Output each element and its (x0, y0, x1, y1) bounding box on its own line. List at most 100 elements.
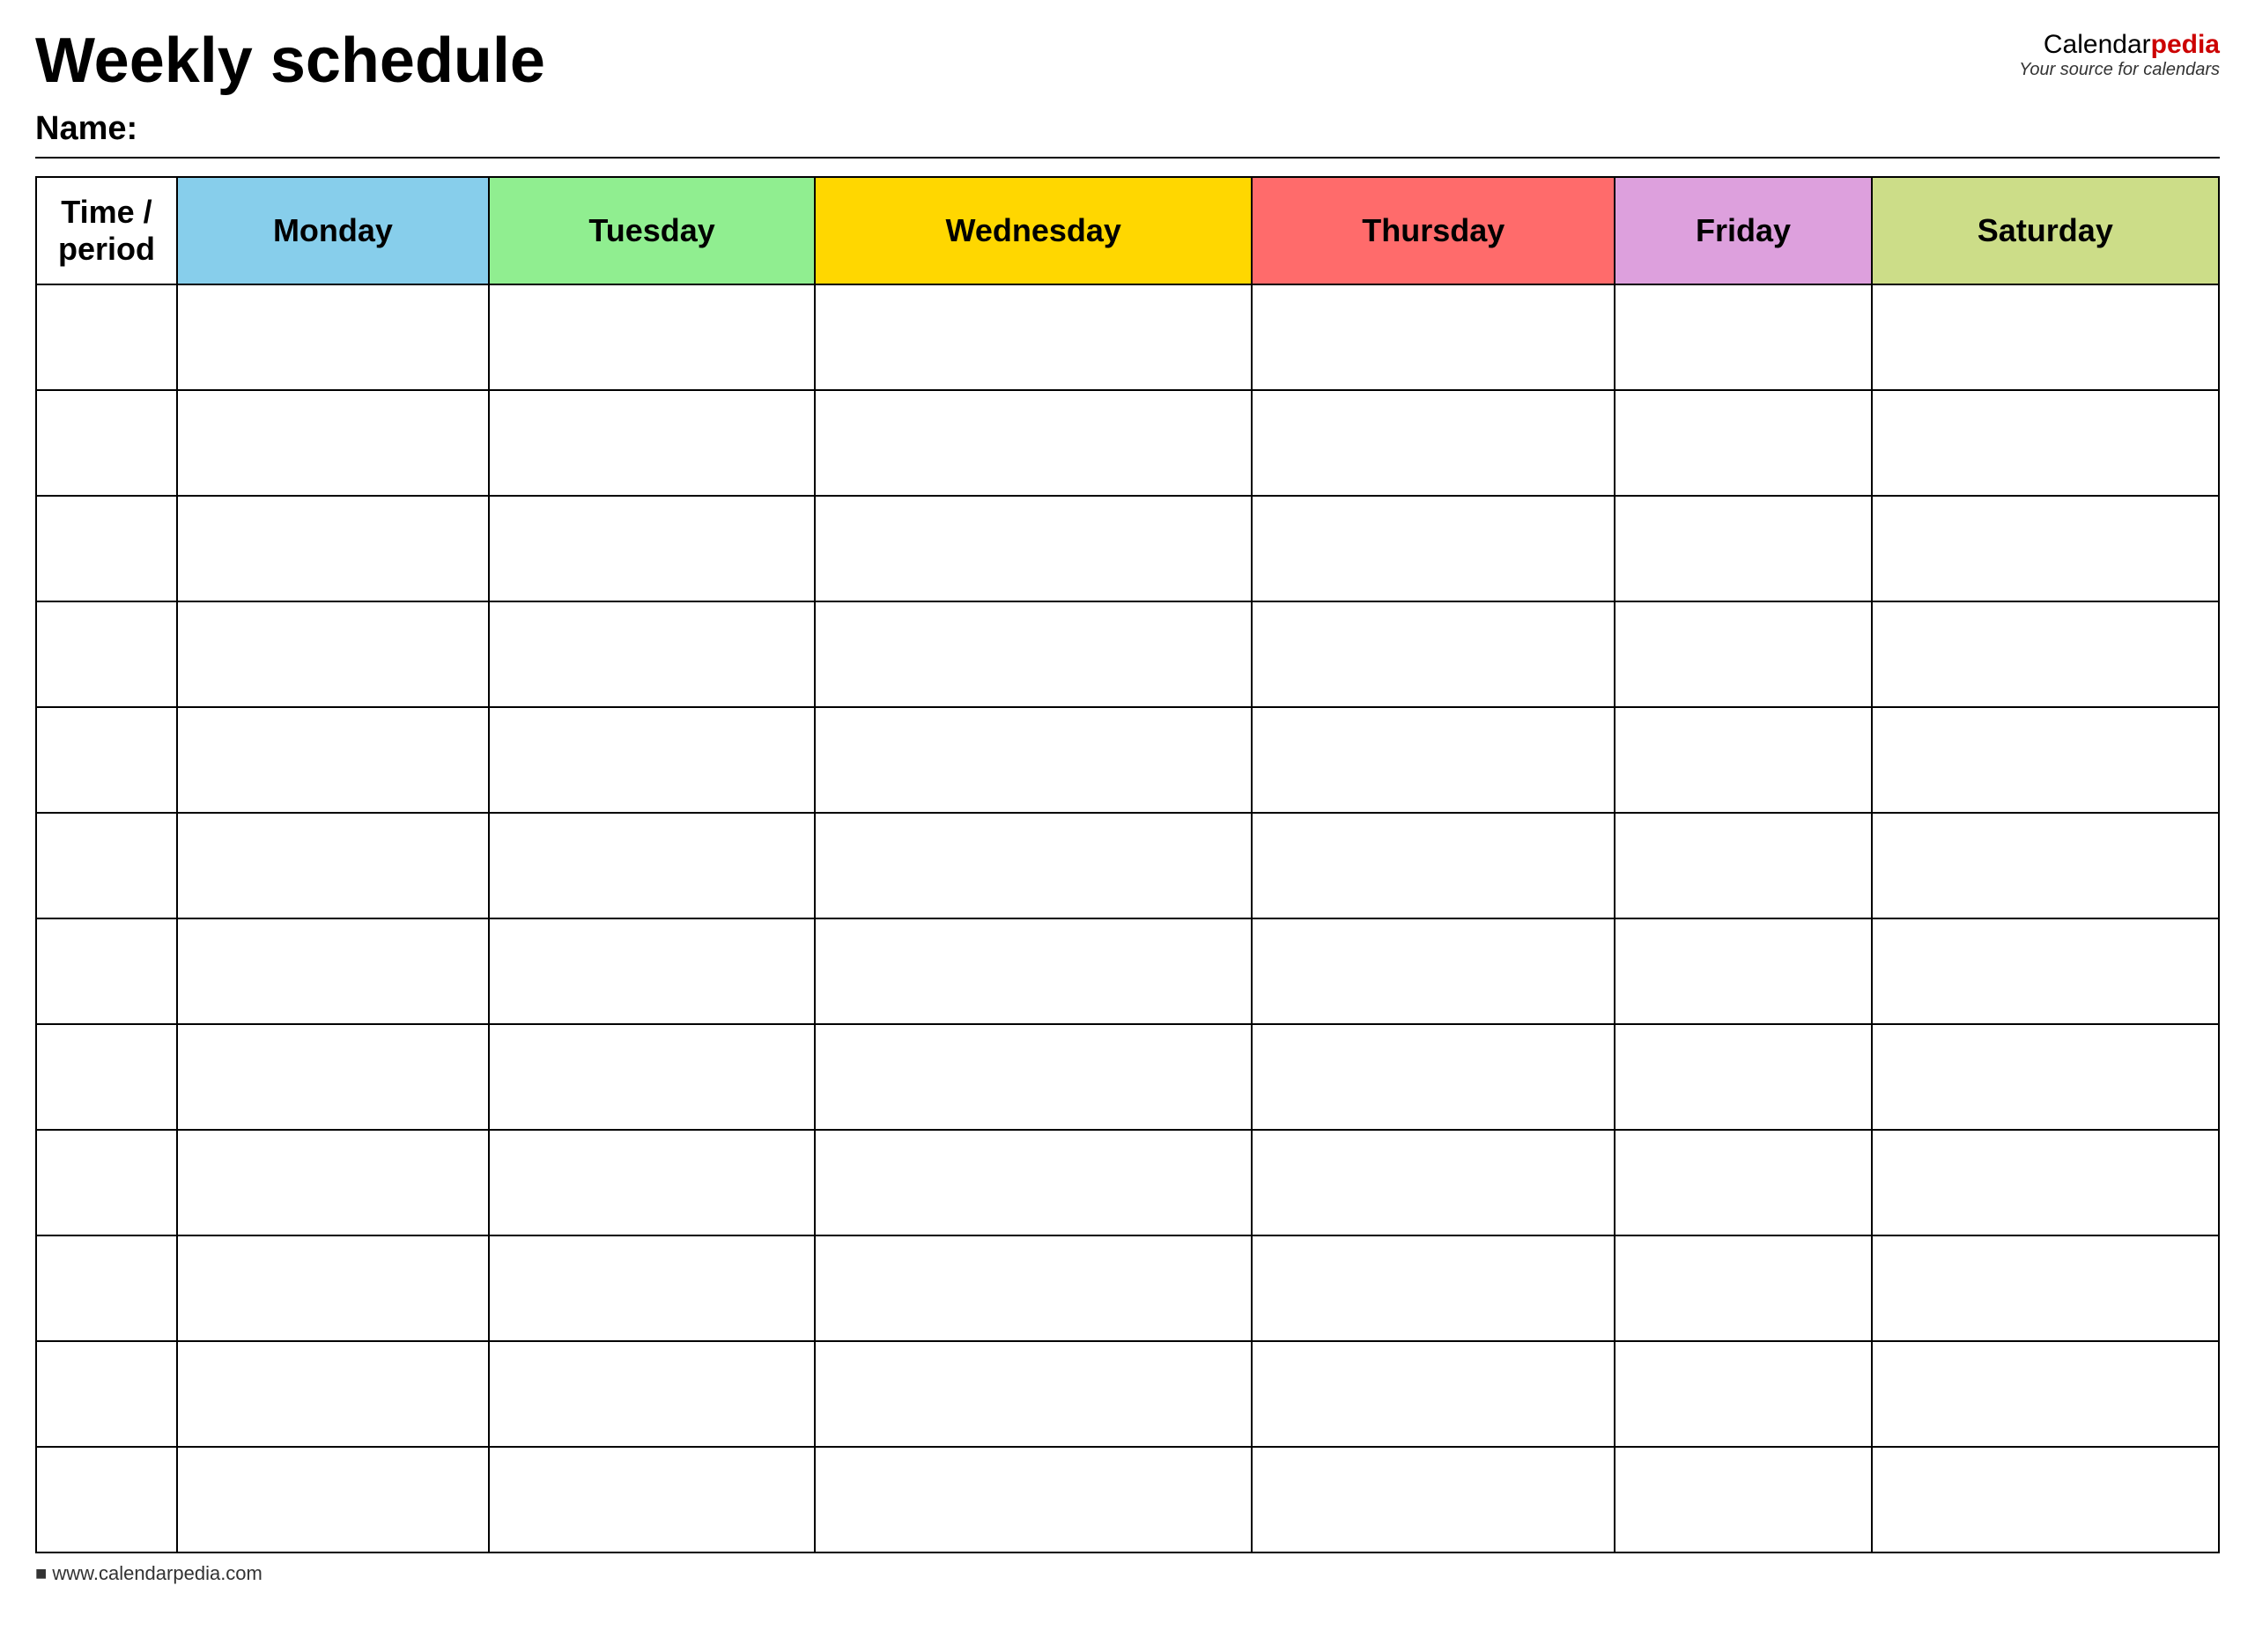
table-cell[interactable] (177, 707, 489, 813)
table-cell[interactable] (1615, 918, 1871, 1024)
table-cell[interactable] (1615, 284, 1871, 390)
table-cell[interactable] (36, 1447, 177, 1552)
page-title: Weekly schedule (35, 26, 545, 96)
table-row (36, 1341, 2219, 1447)
table-cell[interactable] (177, 601, 489, 707)
table-cell[interactable] (177, 284, 489, 390)
table-cell[interactable] (489, 1024, 815, 1130)
table-cell[interactable] (1872, 284, 2219, 390)
table-cell[interactable] (815, 1341, 1252, 1447)
table-cell[interactable] (489, 707, 815, 813)
table-row (36, 496, 2219, 601)
table-row (36, 601, 2219, 707)
table-cell[interactable] (36, 1024, 177, 1130)
table-cell[interactable] (1252, 284, 1615, 390)
table-cell[interactable] (1615, 601, 1871, 707)
table-cell[interactable] (177, 1024, 489, 1130)
table-cell[interactable] (815, 1447, 1252, 1552)
table-cell[interactable] (489, 601, 815, 707)
table-cell[interactable] (1252, 496, 1615, 601)
table-cell[interactable] (1252, 1447, 1615, 1552)
table-cell[interactable] (1252, 1235, 1615, 1341)
table-cell[interactable] (36, 707, 177, 813)
table-cell[interactable] (815, 496, 1252, 601)
table-cell[interactable] (815, 284, 1252, 390)
table-cell[interactable] (1252, 390, 1615, 496)
table-cell[interactable] (177, 1130, 489, 1235)
table-cell[interactable] (1615, 1447, 1871, 1552)
table-cell[interactable] (489, 1235, 815, 1341)
logo-tagline: Your source for calendars (2019, 60, 2220, 80)
table-cell[interactable] (1872, 813, 2219, 918)
table-cell[interactable] (1252, 813, 1615, 918)
table-cell[interactable] (1872, 496, 2219, 601)
table-cell[interactable] (1252, 918, 1615, 1024)
table-cell[interactable] (36, 918, 177, 1024)
table-cell[interactable] (177, 813, 489, 918)
table-cell[interactable] (815, 813, 1252, 918)
table-cell[interactable] (1615, 390, 1871, 496)
table-cell[interactable] (177, 918, 489, 1024)
table-cell[interactable] (815, 1024, 1252, 1130)
table-cell[interactable] (1872, 1447, 2219, 1552)
table-cell[interactable] (1252, 707, 1615, 813)
table-cell[interactable] (489, 918, 815, 1024)
table-cell[interactable] (815, 707, 1252, 813)
footer: ■ www.calendarpedia.com (35, 1562, 2220, 1585)
table-cell[interactable] (1872, 601, 2219, 707)
table-cell[interactable] (489, 390, 815, 496)
table-row (36, 1130, 2219, 1235)
table-cell[interactable] (489, 1130, 815, 1235)
table-cell[interactable] (815, 601, 1252, 707)
table-cell[interactable] (489, 813, 815, 918)
col-header-friday: Friday (1615, 177, 1871, 284)
table-cell[interactable] (489, 496, 815, 601)
title-area: Weekly schedule Name: (35, 26, 545, 148)
table-cell[interactable] (1252, 1130, 1615, 1235)
table-cell[interactable] (489, 284, 815, 390)
table-cell[interactable] (1615, 1235, 1871, 1341)
table-header-row: Time / period Monday Tuesday Wednesday T… (36, 177, 2219, 284)
table-cell[interactable] (815, 1235, 1252, 1341)
table-cell[interactable] (36, 496, 177, 601)
table-cell[interactable] (815, 390, 1252, 496)
table-cell[interactable] (36, 1235, 177, 1341)
table-cell[interactable] (1252, 601, 1615, 707)
name-label: Name: (35, 110, 545, 148)
table-cell[interactable] (815, 1130, 1252, 1235)
table-cell[interactable] (1252, 1341, 1615, 1447)
table-cell[interactable] (177, 496, 489, 601)
logo-calendar-text: Calendar (2044, 30, 2151, 59)
table-cell[interactable] (177, 1341, 489, 1447)
table-cell[interactable] (1615, 1341, 1871, 1447)
table-cell[interactable] (1872, 390, 2219, 496)
table-cell[interactable] (815, 918, 1252, 1024)
table-cell[interactable] (1615, 707, 1871, 813)
table-cell[interactable] (489, 1447, 815, 1552)
table-cell[interactable] (1252, 1024, 1615, 1130)
logo-pedia-text: pedia (2151, 30, 2220, 59)
table-cell[interactable] (36, 601, 177, 707)
table-cell[interactable] (1872, 1130, 2219, 1235)
table-row (36, 1447, 2219, 1552)
col-header-monday: Monday (177, 177, 489, 284)
table-cell[interactable] (1872, 1341, 2219, 1447)
table-cell[interactable] (177, 1235, 489, 1341)
table-cell[interactable] (1872, 707, 2219, 813)
table-row (36, 390, 2219, 496)
table-cell[interactable] (1872, 1024, 2219, 1130)
table-cell[interactable] (177, 390, 489, 496)
table-cell[interactable] (36, 284, 177, 390)
table-cell[interactable] (36, 1341, 177, 1447)
table-cell[interactable] (177, 1447, 489, 1552)
table-cell[interactable] (36, 813, 177, 918)
table-cell[interactable] (36, 1130, 177, 1235)
table-cell[interactable] (1872, 918, 2219, 1024)
table-cell[interactable] (1872, 1235, 2219, 1341)
table-cell[interactable] (36, 390, 177, 496)
table-cell[interactable] (1615, 813, 1871, 918)
table-cell[interactable] (1615, 496, 1871, 601)
table-cell[interactable] (489, 1341, 815, 1447)
table-cell[interactable] (1615, 1130, 1871, 1235)
table-cell[interactable] (1615, 1024, 1871, 1130)
